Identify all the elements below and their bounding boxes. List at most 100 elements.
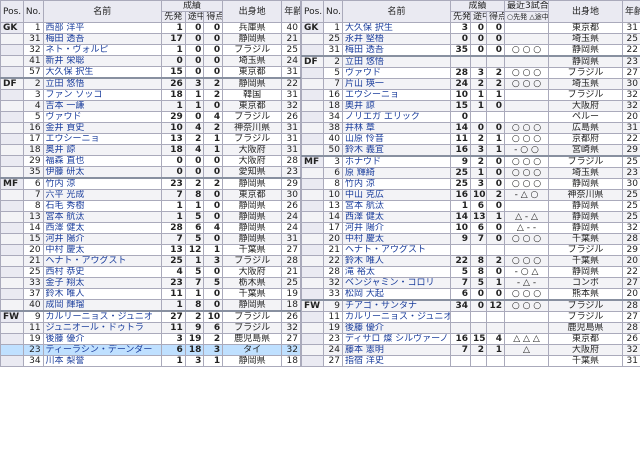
position-cell (0, 66, 24, 79)
position-cell (301, 333, 324, 345)
position-cell (0, 100, 24, 112)
player-link[interactable]: 西村 恭史 (46, 268, 85, 277)
player-link[interactable]: 梅田 透吾 (46, 35, 85, 44)
origin-cell: 埼玉県 (222, 55, 283, 67)
starts-cell: 18 (160, 144, 186, 156)
number-cell: 41 (22, 55, 44, 67)
player-link[interactable]: 河井 陽介 (46, 235, 85, 244)
player-link[interactable]: ジュニオール・ドゥトラ (46, 324, 144, 333)
player-link[interactable]: 大久保 択生 (46, 67, 94, 77)
position-cell (301, 244, 324, 256)
player-link[interactable]: 奥井 諒 (345, 102, 375, 111)
starts-cell: 0 (450, 111, 471, 123)
sub-cell: 0 (470, 122, 487, 134)
sub-cell: 15 (470, 333, 487, 345)
player-name: 原 輝綺 (342, 167, 451, 179)
player-link[interactable]: 中村 慶太 (345, 235, 384, 244)
player-row: 37 鈴木 唯人 11 1 0 千葉県 19 (0, 288, 301, 300)
player-link[interactable]: ヘナト・アウグスト (46, 257, 127, 266)
player-link[interactable]: 金井 貢史 (46, 124, 85, 133)
player-link[interactable]: 後藤 優介 (46, 335, 85, 344)
player-link[interactable]: ネト・ヴォルピ (46, 46, 109, 55)
goals-cell: 1 (203, 355, 224, 367)
player-link[interactable]: 滝 裕太 (345, 268, 375, 277)
player-link[interactable]: 竹内 涼 (345, 180, 375, 189)
player-link[interactable]: 井林 章 (345, 124, 375, 133)
sub-cell: 1 (470, 89, 487, 101)
player-link[interactable]: ティーラシン・デーンダー (46, 346, 153, 355)
goals-cell: 4 (486, 333, 505, 345)
player-link[interactable]: 西部 洋平 (46, 24, 85, 33)
player-link[interactable]: 鈴木 義宜 (345, 145, 384, 155)
player-row: 20 中村 慶太 9 7 0 ○ ○ ○ 千葉県 28 (301, 233, 640, 245)
position-cell (301, 288, 324, 301)
player-link[interactable]: 竹内 涼 (46, 180, 76, 189)
player-link[interactable]: 宮本 航汰 (46, 213, 85, 222)
player-link[interactable]: ファン ソッコ (46, 91, 103, 100)
player-link[interactable]: 立田 悠悟 (46, 80, 85, 89)
origin-cell: 静岡県 (222, 211, 283, 223)
player-link[interactable]: 原 輝綺 (345, 169, 375, 178)
player-name: カルリーニョス・ジュニオ (342, 311, 451, 323)
player-link[interactable]: 松岡 大起 (345, 289, 384, 299)
player-link[interactable]: エウシーニョ (46, 135, 100, 144)
position-cell (301, 189, 324, 201)
player-link[interactable]: 福森 直也 (46, 157, 85, 166)
player-link[interactable]: 鈴木 唯人 (46, 290, 85, 299)
age-cell: 25 (622, 33, 640, 45)
player-link[interactable]: エウシーニョ (345, 91, 399, 100)
player-link[interactable]: 新井 栄聡 (46, 57, 85, 66)
player-link[interactable]: 片山 瑛一 (345, 80, 384, 89)
sub-cell: 3 (470, 67, 487, 79)
age-cell: 20 (622, 255, 640, 267)
player-link[interactable]: ヴァウド (46, 113, 82, 122)
player-name: 新井 栄聡 (42, 55, 162, 67)
player-link[interactable]: 大久保 択生 (345, 24, 393, 33)
player-link[interactable]: 金子 翔太 (46, 279, 85, 288)
player-link[interactable]: 鈴木 唯人 (345, 257, 384, 266)
position-cell (301, 33, 324, 45)
number-cell: 6 (323, 167, 343, 179)
player-name: 奥井 諒 (342, 100, 451, 112)
player-link[interactable]: 永井 堅梧 (345, 35, 384, 44)
player-link[interactable]: カルリーニョス・ジュニオ (345, 313, 450, 322)
goals-cell: 0 (203, 211, 224, 223)
player-link[interactable]: 宮本 航汰 (345, 202, 384, 211)
player-link[interactable]: カルリーニョス・ジュニオ (46, 313, 153, 322)
goals-cell: 0 (203, 22, 224, 34)
age-cell: 30 (622, 78, 640, 90)
player-row: 8 竹内 涼 25 3 0 ○ ○ ○ 静岡県 30 (301, 178, 640, 190)
player-link[interactable]: 後藤 優介 (345, 324, 384, 333)
player-link[interactable]: 六平 光成 (46, 191, 85, 200)
player-link[interactable]: ベンジャミン・コロリ (345, 279, 435, 288)
starts-cell: 22 (450, 255, 471, 267)
number-cell: 22 (323, 255, 343, 267)
player-link[interactable]: 成岡 輝瑠 (46, 300, 85, 310)
age-cell: 40 (281, 22, 301, 34)
number-cell: 1 (323, 22, 343, 34)
player-link[interactable]: 河井 陽介 (345, 224, 384, 233)
player-link[interactable]: 吉本 一謙 (46, 102, 85, 111)
sub-cell: 0 (470, 299, 487, 312)
player-link[interactable]: 奥井 諒 (46, 146, 76, 155)
player-link[interactable]: ヘナト・アウグスト (345, 246, 426, 255)
origin-cell: ブラジル (548, 89, 623, 101)
player-link[interactable]: チアゴ・サンタナ (345, 302, 417, 311)
player-link[interactable]: 石毛 秀樹 (46, 202, 85, 211)
player-link[interactable]: 梅田 透吾 (345, 45, 384, 55)
player-link[interactable]: 山原 怜音 (345, 135, 384, 144)
player-link[interactable]: ヴァウド (345, 69, 381, 78)
player-link[interactable]: 立田 悠悟 (345, 58, 384, 67)
player-link[interactable]: 中村 慶太 (46, 246, 85, 255)
player-link[interactable]: 藤本 憲明 (345, 346, 384, 355)
player-link[interactable]: 指宿 洋史 (345, 357, 384, 366)
position-cell (0, 166, 24, 179)
player-link[interactable]: ディサロ 燦 シルヴァーノ (345, 335, 449, 344)
player-link[interactable]: 川本 梨誉 (46, 357, 85, 366)
player-link[interactable]: ホナウド (345, 158, 381, 167)
player-link[interactable]: 西澤 健太 (46, 224, 85, 233)
player-link[interactable]: 伊藤 研太 (46, 167, 85, 177)
player-link[interactable]: ノリエガ エリック (345, 113, 420, 122)
player-link[interactable]: 西澤 健太 (345, 213, 384, 222)
player-link[interactable]: 中山 克広 (345, 191, 384, 200)
